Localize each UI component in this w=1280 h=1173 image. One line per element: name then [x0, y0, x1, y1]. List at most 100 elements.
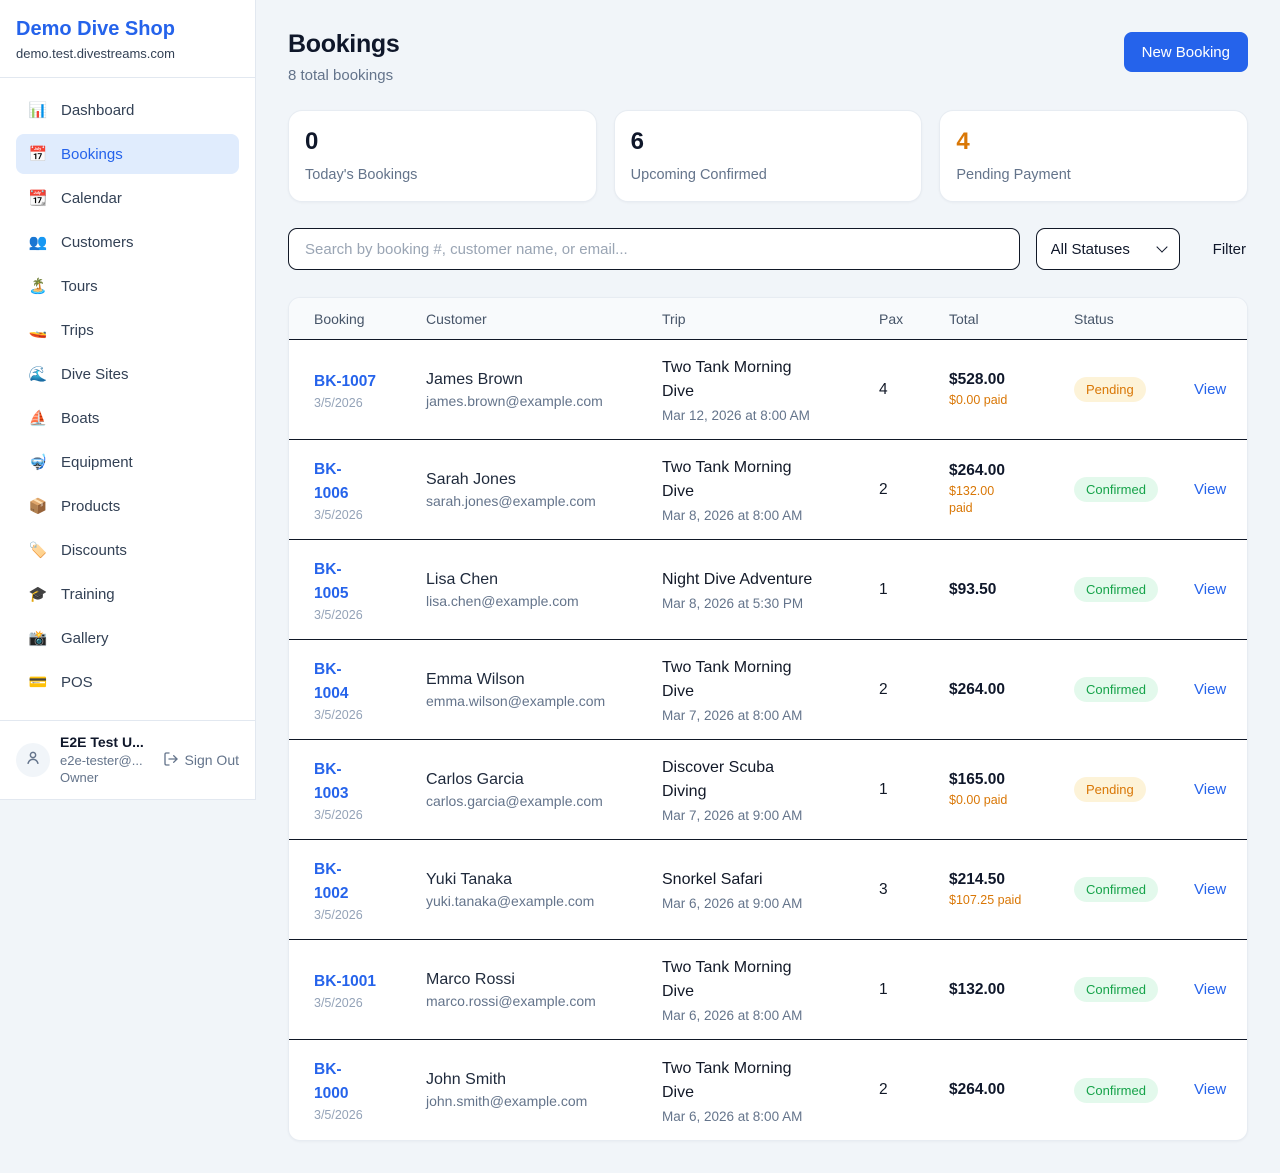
sidebar-item-bookings[interactable]: 📅 Bookings	[16, 134, 239, 174]
customer-cell: James Brown james.brown@example.com	[426, 371, 662, 409]
customer-name: James Brown	[426, 371, 662, 389]
customer-email: lisa.chen@example.com	[426, 593, 662, 609]
trip-cell: Two Tank Morning Dive Mar 6, 2026 at 8:0…	[662, 1057, 879, 1124]
sidebar-nav: 📊 Dashboard 📅 Bookings 📆 Calendar 👥 Cust…	[0, 78, 255, 706]
view-link[interactable]: View	[1194, 881, 1226, 898]
sidebar-item-label: Bookings	[61, 146, 123, 163]
booking-id-link[interactable]: BK-1001	[314, 973, 376, 990]
booking-id-link[interactable]: BK- 1003	[314, 761, 348, 802]
booking-id-link[interactable]: BK-1007	[314, 373, 376, 390]
status-badge: Confirmed	[1074, 477, 1158, 502]
sidebar-item-tours[interactable]: 🏝️ Tours	[16, 266, 239, 306]
customer-cell: Carlos Garcia carlos.garcia@example.com	[426, 771, 662, 809]
view-link[interactable]: View	[1194, 981, 1226, 998]
brand-title: Demo Dive Shop	[16, 18, 239, 41]
customer-name: Emma Wilson	[426, 671, 662, 689]
pax-cell: 2	[879, 481, 949, 499]
trip-cell: Two Tank Morning Dive Mar 8, 2026 at 8:0…	[662, 456, 879, 523]
sidebar-item-label: Boats	[61, 410, 99, 427]
view-link[interactable]: View	[1194, 1081, 1226, 1098]
user-info: E2E Test U... e2e-tester@... Owner	[60, 733, 144, 787]
sidebar-item-label: Calendar	[61, 190, 122, 207]
pax-cell: 1	[879, 781, 949, 799]
booking-id-link[interactable]: BK- 1004	[314, 661, 348, 702]
view-link[interactable]: View	[1194, 681, 1226, 698]
actions-cell: View	[1194, 1081, 1247, 1099]
sidebar-item-training[interactable]: 🎓 Training	[16, 574, 239, 614]
booking-id-link[interactable]: BK- 1002	[314, 861, 348, 902]
view-link[interactable]: View	[1194, 581, 1226, 598]
view-link[interactable]: View	[1194, 481, 1226, 498]
sidebar-item-products[interactable]: 📦 Products	[16, 486, 239, 526]
table-row: BK- 1005 3/5/2026 Lisa Chen lisa.chen@ex…	[289, 540, 1247, 640]
booking-id-link[interactable]: BK- 1005	[314, 561, 348, 602]
total-cell: $528.00 $0.00 paid	[949, 371, 1074, 409]
trip-name: Discover Scuba Diving	[662, 756, 879, 804]
sign-out-button[interactable]: Sign Out	[163, 751, 239, 770]
pax-cell: 1	[879, 581, 949, 599]
customer-name: Sarah Jones	[426, 471, 662, 489]
status-filter-wrap: All Statuses	[1036, 228, 1180, 270]
booking-id-link[interactable]: BK- 1000	[314, 1061, 348, 1102]
paid-amount: $132.00 paid	[949, 483, 1074, 517]
trip-cell: Snorkel Safari Mar 6, 2026 at 9:00 AM	[662, 868, 879, 911]
sidebar-item-dashboard[interactable]: 📊 Dashboard	[16, 90, 239, 130]
booking-cell: BK-1001 3/5/2026	[314, 970, 426, 1010]
sidebar-item-boats[interactable]: ⛵ Boats	[16, 398, 239, 438]
sidebar-item-gallery[interactable]: 📸 Gallery	[16, 618, 239, 658]
bar-chart-icon: 📊	[28, 101, 48, 119]
total-amount: $264.00	[949, 1081, 1074, 1099]
sidebar-item-trips[interactable]: 🚤 Trips	[16, 310, 239, 350]
status-filter-select[interactable]: All Statuses	[1036, 228, 1180, 270]
sidebar-item-equipment[interactable]: 🤿 Equipment	[16, 442, 239, 482]
sidebar-item-label: Dashboard	[61, 102, 134, 119]
customer-cell: Yuki Tanaka yuki.tanaka@example.com	[426, 871, 662, 909]
booking-date: 3/5/2026	[314, 908, 426, 922]
col-header-customer: Customer	[426, 311, 662, 327]
sidebar-item-calendar[interactable]: 📆 Calendar	[16, 178, 239, 218]
trip-datetime: Mar 6, 2026 at 9:00 AM	[662, 896, 879, 911]
trip-name: Two Tank Morning Dive	[662, 956, 879, 1004]
view-link[interactable]: View	[1194, 781, 1226, 798]
sidebar-item-discounts[interactable]: 🏷️ Discounts	[16, 530, 239, 570]
pax-cell: 4	[879, 381, 949, 399]
total-cell: $93.50	[949, 581, 1074, 599]
diving-mask-icon: 🤿	[28, 453, 48, 471]
sidebar-item-label: Gallery	[61, 630, 109, 647]
total-cell: $132.00	[949, 981, 1074, 999]
filter-button[interactable]: Filter	[1211, 237, 1248, 262]
sidebar-item-customers[interactable]: 👥 Customers	[16, 222, 239, 262]
search-input[interactable]	[288, 228, 1020, 270]
booking-date: 3/5/2026	[314, 508, 426, 522]
status-cell: Confirmed	[1074, 477, 1194, 502]
sidebar-item-dive-sites[interactable]: 🌊 Dive Sites	[16, 354, 239, 394]
sign-out-label: Sign Out	[185, 752, 239, 768]
new-booking-button[interactable]: New Booking	[1124, 32, 1248, 72]
status-badge: Confirmed	[1074, 577, 1158, 602]
table-row: BK- 1002 3/5/2026 Yuki Tanaka yuki.tanak…	[289, 840, 1247, 940]
total-cell: $264.00	[949, 1081, 1074, 1099]
pax-cell: 2	[879, 681, 949, 699]
table-row: BK- 1003 3/5/2026 Carlos Garcia carlos.g…	[289, 740, 1247, 840]
table-row: BK- 1000 3/5/2026 John Smith john.smith@…	[289, 1040, 1247, 1140]
trip-cell: Two Tank Morning Dive Mar 12, 2026 at 8:…	[662, 356, 879, 423]
total-amount: $264.00	[949, 681, 1074, 699]
customer-email: carlos.garcia@example.com	[426, 793, 662, 809]
status-cell: Confirmed	[1074, 1078, 1194, 1103]
package-icon: 📦	[28, 497, 48, 515]
trip-name: Snorkel Safari	[662, 868, 879, 892]
actions-cell: View	[1194, 481, 1247, 499]
booking-id-link[interactable]: BK- 1006	[314, 461, 348, 502]
booking-date: 3/5/2026	[314, 808, 426, 822]
status-cell: Confirmed	[1074, 877, 1194, 902]
stat-card-upcoming-confirmed: 6 Upcoming Confirmed	[614, 110, 923, 202]
total-cell: $264.00	[949, 681, 1074, 699]
customer-name: Lisa Chen	[426, 571, 662, 589]
calendar-icon: 📅	[28, 145, 48, 163]
status-badge: Pending	[1074, 777, 1146, 802]
booking-cell: BK- 1002 3/5/2026	[314, 858, 426, 922]
customer-email: marco.rossi@example.com	[426, 993, 662, 1009]
sidebar-item-pos[interactable]: 💳 POS	[16, 662, 239, 702]
actions-cell: View	[1194, 981, 1247, 999]
view-link[interactable]: View	[1194, 381, 1226, 398]
